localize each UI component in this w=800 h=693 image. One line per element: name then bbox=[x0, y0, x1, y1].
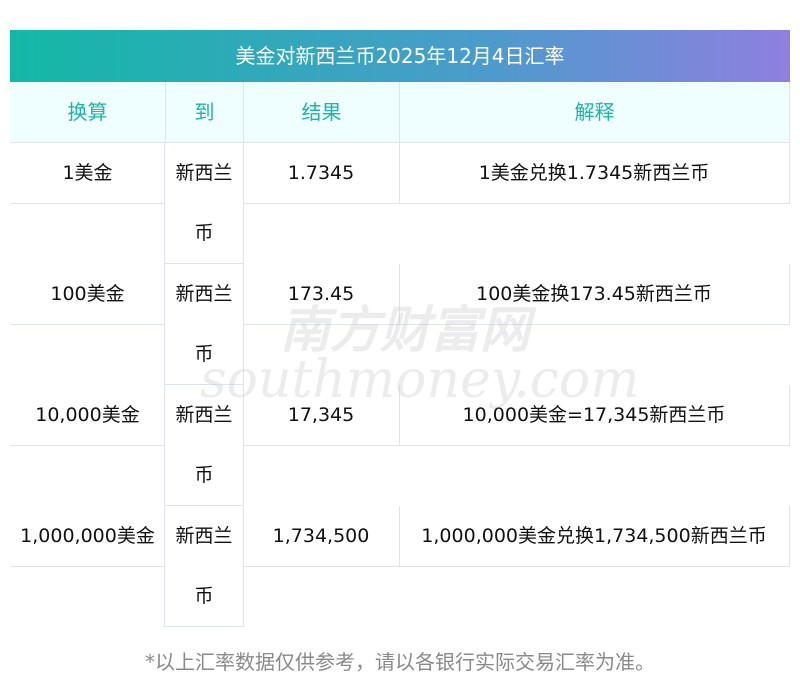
cell-from: 10,000美金 bbox=[10, 385, 165, 446]
cell-to: 新西兰币 bbox=[165, 506, 244, 627]
cell-from: 1,000,000美金 bbox=[10, 506, 165, 567]
cell-explain: 1美金兑换1.7345新西兰币 bbox=[399, 143, 790, 204]
cell-to: 新西兰币 bbox=[165, 143, 244, 264]
cell-explain: 10,000美金=17,345新西兰币 bbox=[399, 385, 790, 446]
cell-to: 新西兰币 bbox=[165, 264, 244, 385]
cell-to: 新西兰币 bbox=[165, 385, 244, 506]
header-to: 到 bbox=[166, 82, 244, 143]
header-result: 结果 bbox=[244, 82, 400, 143]
disclaimer-note: *以上汇率数据仅供参考，请以各银行实际交易汇率为准。 bbox=[145, 650, 655, 674]
cell-from: 100美金 bbox=[10, 264, 165, 325]
page-title: 美金对新西兰币2025年12月4日汇率 bbox=[10, 30, 790, 82]
cell-from: 1美金 bbox=[10, 143, 165, 204]
header-explain: 解释 bbox=[400, 82, 790, 143]
cell-result: 17,345 bbox=[243, 385, 400, 446]
cell-result: 1,734,500 bbox=[243, 506, 400, 567]
cell-explain: 1,000,000美金兑换1,734,500新西兰币 bbox=[399, 506, 790, 567]
cell-explain: 100美金换173.45新西兰币 bbox=[399, 264, 790, 325]
header-convert: 换算 bbox=[10, 82, 166, 143]
cell-result: 173.45 bbox=[243, 264, 400, 325]
cell-result: 1.7345 bbox=[243, 143, 400, 204]
